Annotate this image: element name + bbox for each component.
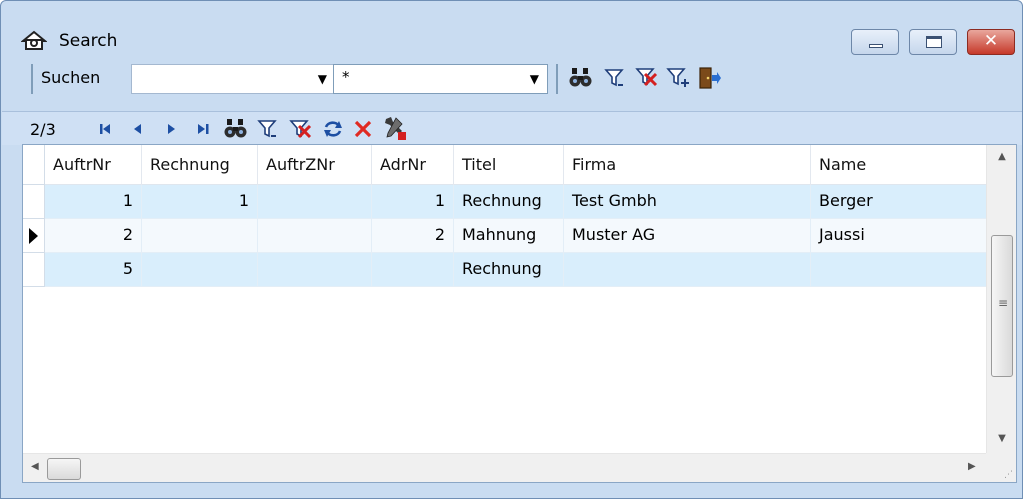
binoculars-search-icon[interactable] [569, 67, 593, 89]
cell-name[interactable]: Jaussi [811, 219, 986, 253]
cell-firma[interactable]: Test Gmbh [564, 185, 811, 219]
row-indicator[interactable] [23, 253, 45, 287]
column-header[interactable]: Firma [564, 145, 811, 185]
row-indicator[interactable] [23, 219, 45, 253]
toolbar-separator [556, 64, 558, 94]
cell-rechnung[interactable] [142, 219, 258, 253]
first-record-icon[interactable] [94, 118, 116, 140]
filter-icon[interactable] [257, 118, 279, 140]
vertical-scrollbar[interactable]: ▲ ≡ ▼ [986, 145, 1016, 453]
scroll-left-icon[interactable]: ◀ [31, 461, 39, 472]
row-indicator[interactable] [23, 185, 45, 219]
cell-titel[interactable]: Mahnung [454, 219, 564, 253]
column-header[interactable]: AuftrZNr [258, 145, 372, 185]
filter-icon[interactable] [604, 68, 626, 88]
title-bar[interactable]: Search ✕ [1, 1, 1022, 59]
cell-adrnr[interactable] [372, 253, 454, 287]
search-toolbar: Suchen ▼ * ▼ [21, 61, 1011, 97]
chevron-down-icon[interactable]: ▼ [318, 72, 327, 86]
close-icon: ✕ [983, 31, 999, 51]
table-row[interactable]: 5 Rechnung [23, 253, 986, 287]
minimize-button[interactable] [851, 29, 899, 55]
cell-name[interactable]: Berger [811, 185, 986, 219]
refresh-icon[interactable] [322, 118, 344, 140]
cell-name[interactable] [811, 253, 986, 287]
filter-remove-icon[interactable] [635, 67, 659, 88]
record-position: 2/3 [30, 120, 56, 139]
column-header[interactable]: Rechnung [142, 145, 258, 185]
cell-adrnr[interactable]: 1 [372, 185, 454, 219]
size-grip[interactable]: ⋰ [986, 453, 1016, 482]
column-header[interactable]: AuftrNr [45, 145, 142, 185]
cell-auftrznr[interactable] [258, 219, 372, 253]
grip-icon: ≡ [998, 296, 1009, 310]
cell-titel[interactable]: Rechnung [454, 253, 564, 287]
delete-icon[interactable] [352, 118, 374, 140]
results-grid[interactable]: AuftrNr Rechnung AuftrZNr AdrNr Titel Fi… [22, 144, 1017, 483]
scroll-right-icon[interactable]: ▶ [968, 461, 976, 472]
search-label: Suchen [41, 68, 101, 87]
cell-auftrnr[interactable]: 1 [45, 185, 142, 219]
cell-auftrnr[interactable]: 2 [45, 219, 142, 253]
cell-rechnung[interactable] [142, 253, 258, 287]
cell-firma[interactable] [564, 253, 811, 287]
cell-titel[interactable]: Rechnung [454, 185, 564, 219]
cell-firma[interactable]: Muster AG [564, 219, 811, 253]
column-header[interactable]: Name [811, 145, 986, 185]
cell-rechnung[interactable]: 1 [142, 185, 258, 219]
search-field-select[interactable]: ▼ [131, 64, 336, 94]
column-header[interactable]: AdrNr [372, 145, 454, 185]
cell-auftrznr[interactable] [258, 185, 372, 219]
maximize-icon [926, 36, 942, 48]
column-header[interactable]: Titel [454, 145, 564, 185]
toolbar-separator [31, 64, 33, 94]
cell-adrnr[interactable]: 2 [372, 219, 454, 253]
scroll-up-icon[interactable]: ▲ [987, 151, 1016, 162]
scroll-down-icon[interactable]: ▼ [987, 433, 1016, 444]
last-record-icon[interactable] [192, 118, 214, 140]
filter-remove-icon[interactable] [289, 118, 313, 140]
window-title: Search [59, 31, 118, 51]
previous-record-icon[interactable] [127, 118, 149, 140]
search-window: Search ✕ Suchen ▼ * ▼ 2/3 AuftrNr Rechnu… [0, 0, 1023, 499]
exit-door-icon[interactable] [698, 66, 722, 90]
tools-icon[interactable] [382, 115, 408, 141]
close-button[interactable]: ✕ [967, 29, 1015, 55]
size-grip-icon: ⋰ [1004, 470, 1013, 480]
search-pattern-value: * [342, 68, 350, 86]
cell-auftrznr[interactable] [258, 253, 372, 287]
binoculars-search-icon[interactable] [224, 118, 248, 140]
table-row[interactable]: 2 2 Mahnung Muster AG Jaussi [23, 219, 986, 253]
filter-add-icon[interactable] [666, 67, 690, 88]
cell-auftrnr[interactable]: 5 [45, 253, 142, 287]
search-pattern-select[interactable]: * ▼ [333, 64, 548, 94]
horizontal-scroll-thumb[interactable] [47, 458, 81, 480]
header-corner [23, 145, 45, 185]
grid-header: AuftrNr Rechnung AuftrZNr AdrNr Titel Fi… [23, 145, 986, 185]
maximize-button[interactable] [909, 29, 957, 55]
vertical-scroll-thumb[interactable]: ≡ [991, 235, 1013, 377]
next-record-icon[interactable] [160, 118, 182, 140]
table-row[interactable]: 1 1 1 Rechnung Test Gmbh Berger [23, 185, 986, 219]
horizontal-scrollbar[interactable]: ◀ ▶ [23, 453, 986, 482]
current-row-pointer-icon [29, 228, 38, 244]
chevron-down-icon[interactable]: ▼ [530, 72, 539, 86]
search-app-icon [21, 30, 47, 50]
record-navigator: 2/3 [2, 111, 1022, 145]
minimize-icon [869, 44, 883, 48]
